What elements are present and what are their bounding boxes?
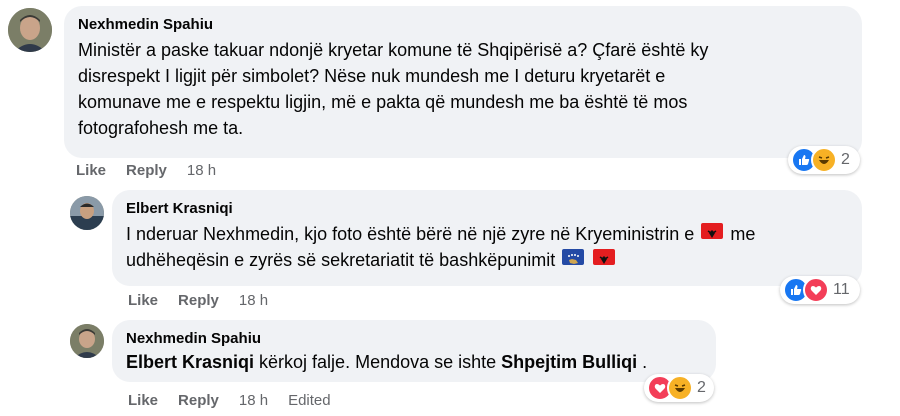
love-icon xyxy=(803,277,829,303)
like-button[interactable]: Like xyxy=(128,392,158,409)
comment-text: I nderuar Nexhmedin, kjo foto është bërë… xyxy=(126,223,756,270)
like-button[interactable]: Like xyxy=(128,292,158,309)
comment-actions: Like Reply 18 h Edited xyxy=(128,392,331,409)
reaction-summary[interactable]: 11 xyxy=(780,276,860,304)
reply-button[interactable]: Reply xyxy=(178,392,219,409)
haha-icon xyxy=(667,375,693,401)
comment-author[interactable]: Elbert Krasniqi xyxy=(126,200,848,217)
comment-bubble: Elbert Krasniqi I nderuar Nexhmedin, kjo… xyxy=(112,190,862,286)
comment-text: Elbert Krasniqi kërkoj falje. Mendova se… xyxy=(126,352,648,372)
avatar-elbert[interactable] xyxy=(70,196,104,230)
avatar-nexhmedin[interactable] xyxy=(8,8,52,52)
comment-timestamp[interactable]: 18 h xyxy=(187,162,216,179)
edited-label: Edited xyxy=(288,392,331,409)
like-button[interactable]: Like xyxy=(76,162,106,179)
mention-link[interactable]: Shpejtim Bulliqi xyxy=(501,352,637,372)
avatar-photo-icon xyxy=(70,324,104,358)
reply-button[interactable]: Reply xyxy=(126,162,167,179)
comment-bubble: Nexhmedin Spahiu Ministër a paske takuar… xyxy=(64,6,862,158)
comment-text: Ministër a paske takuar ndonjë kryetar k… xyxy=(78,40,709,138)
haha-icon xyxy=(811,147,837,173)
comment-author[interactable]: Nexhmedin Spahiu xyxy=(78,16,848,33)
albania-flag-icon xyxy=(701,223,724,239)
reaction-count: 2 xyxy=(841,151,850,168)
comment-timestamp[interactable]: 18 h xyxy=(239,292,268,309)
reaction-count: 11 xyxy=(833,281,850,298)
avatar-photo-icon xyxy=(8,8,52,52)
comment-timestamp[interactable]: 18 h xyxy=(239,392,268,409)
reaction-count: 2 xyxy=(697,379,706,396)
mention-link[interactable]: Elbert Krasniqi xyxy=(126,352,254,372)
reply-button[interactable]: Reply xyxy=(178,292,219,309)
reaction-summary[interactable]: 2 xyxy=(644,374,714,402)
avatar-nexhmedin[interactable] xyxy=(70,324,104,358)
comment-actions: Like Reply 18 h xyxy=(128,292,268,309)
comment-bubble: Nexhmedin Spahiu Elbert Krasniqi kërkoj … xyxy=(112,320,716,382)
kosovo-flag-icon xyxy=(562,249,585,265)
albania-flag-icon xyxy=(593,249,616,265)
avatar-photo-icon xyxy=(70,196,104,230)
comment-author[interactable]: Nexhmedin Spahiu xyxy=(126,330,702,347)
comment-actions: Like Reply 18 h xyxy=(76,162,216,179)
reaction-summary[interactable]: 2 xyxy=(788,146,860,174)
